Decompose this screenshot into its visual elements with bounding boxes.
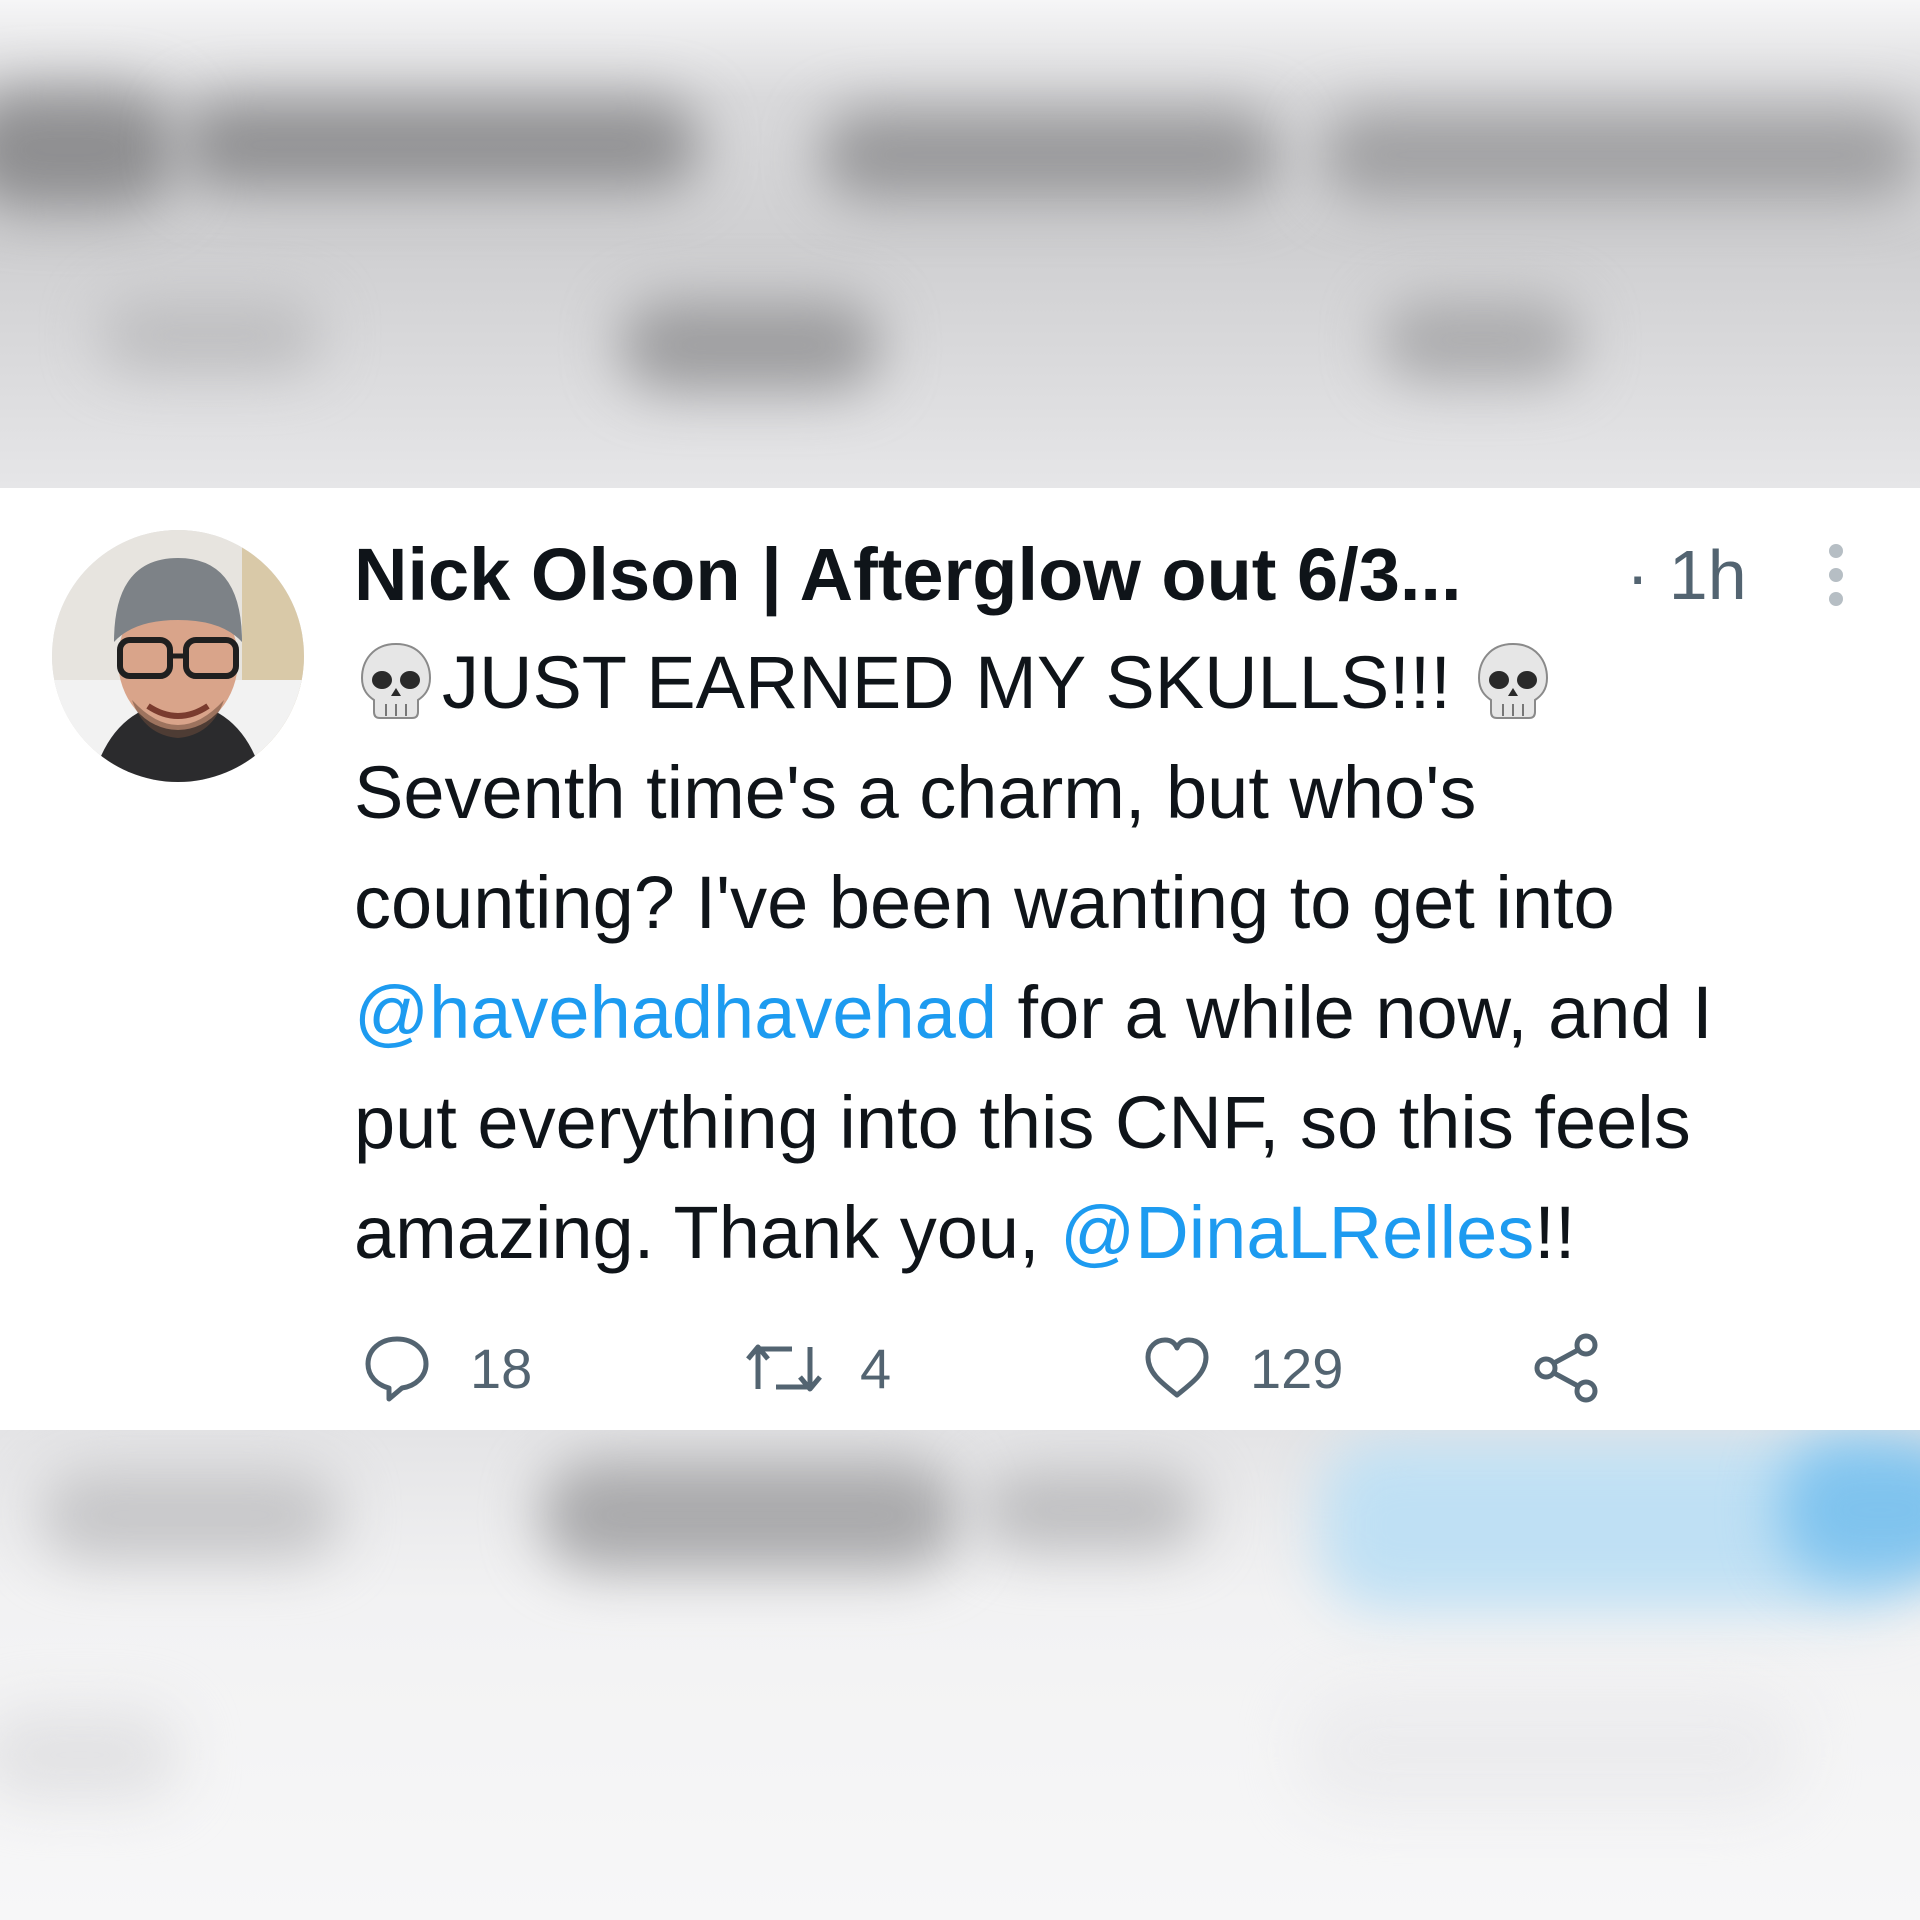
reply-icon	[365, 1336, 429, 1402]
retweet-icon	[746, 1344, 822, 1392]
reply-count: 18	[470, 1336, 533, 1400]
author-avatar[interactable]	[52, 530, 304, 782]
blurred-next-tweet	[0, 1430, 1920, 1920]
tweet-line-3: counting? I've been wanting to get into	[354, 861, 1615, 944]
mention-link[interactable]: @havehadhavehad	[354, 971, 997, 1054]
tweet-line-2: Seventh time's a charm, but who's	[354, 751, 1477, 834]
skull-emoji-icon	[360, 642, 432, 719]
tweet-line-1: JUST EARNED MY SKULLS!!!	[354, 628, 1894, 738]
blurred-previous-tweet	[0, 0, 1920, 488]
tweet-actions: 18 4 129	[354, 1323, 1654, 1413]
author-name[interactable]: Nick Olson | Afterglow out 6/3...	[354, 530, 1462, 620]
tweet-header: Nick Olson | Afterglow out 6/3... · 1h	[354, 530, 1884, 620]
tweet-line-5: put everything into this CNF, so this fe…	[354, 1081, 1691, 1164]
share-button[interactable]	[1530, 1323, 1604, 1413]
profile-photo	[52, 530, 304, 782]
skull-emoji-icon	[1478, 642, 1549, 719]
heart-icon	[1145, 1337, 1209, 1398]
mention-link[interactable]: @DinaLRelles	[1060, 1191, 1534, 1274]
share-icon	[1534, 1333, 1598, 1403]
tweet-card[interactable]: Nick Olson | Afterglow out 6/3... · 1h J…	[0, 488, 1920, 1430]
retweet-button[interactable]: 4	[744, 1323, 891, 1413]
reply-button[interactable]: 18	[360, 1323, 532, 1413]
tweet-text: JUST EARNED MY SKULLS!!! Seventh time's …	[354, 628, 1894, 1288]
tweet-line-4: @havehadhavehad for a while now, and I	[354, 971, 1713, 1054]
more-options-icon[interactable]	[1816, 538, 1856, 618]
like-button[interactable]: 129	[1140, 1323, 1343, 1413]
tweet-line-6: amazing. Thank you, @DinaLRelles!!	[354, 1191, 1576, 1274]
retweet-count: 4	[860, 1336, 892, 1400]
tweet-timestamp[interactable]: · 1h	[1626, 530, 1747, 620]
like-count: 129	[1250, 1336, 1344, 1400]
